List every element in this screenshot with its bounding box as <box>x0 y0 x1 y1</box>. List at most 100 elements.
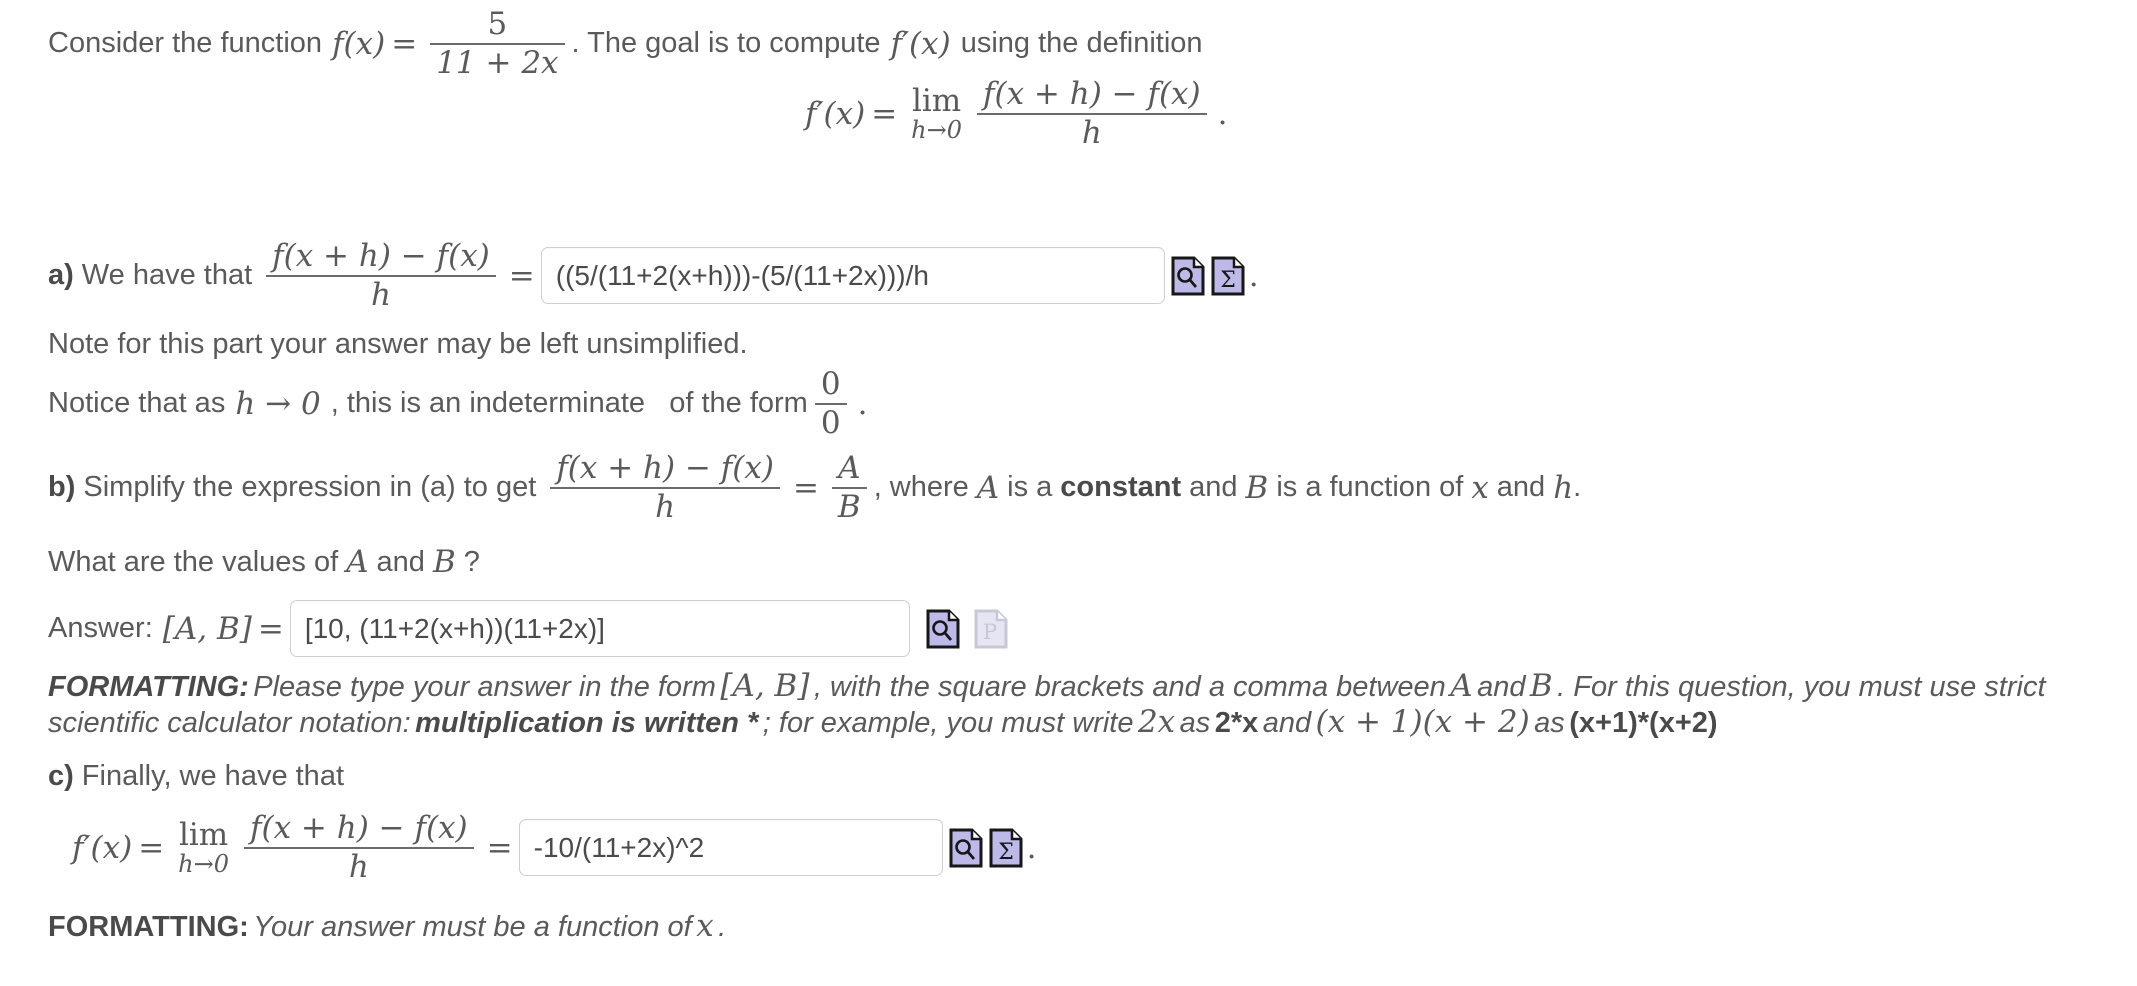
definition-limit-operator: lim h→0 <box>911 82 962 142</box>
part-b-formatting-bold-3: (x+1)*(x+2) <box>1569 707 1718 739</box>
intro-equals: = <box>391 25 418 62</box>
part-b-formatting-bold-2: 2*x <box>1214 707 1259 739</box>
part-b-question-text: What are the values of <box>48 545 339 578</box>
sigma-answer-icon[interactable]: Σ <box>989 828 1023 868</box>
part-b-where-end: . <box>1573 471 1582 504</box>
definition-limit-label: lim <box>911 82 962 119</box>
part-b-answer-input[interactable] <box>289 600 910 657</box>
part-b-math-A: A <box>976 469 1000 506</box>
intro-text-middle: . The goal is to compute <box>571 27 881 60</box>
part-b-answer-label: Answer: <box>48 612 153 644</box>
part-b-where-4: is a function of <box>1276 471 1464 504</box>
part-b-formatting-math-4: 2x <box>1137 704 1176 740</box>
preview-answer-icon[interactable] <box>926 609 960 649</box>
indeterminate-fraction: 0 0 <box>814 366 847 441</box>
part-c-formatting-end: . <box>718 911 727 943</box>
part-b-formatting-math-1: [A, B] <box>720 668 810 704</box>
preview-answer-icon[interactable] <box>1171 256 1205 296</box>
definition-equals: = <box>871 95 898 132</box>
part-a-denominator: h <box>370 276 391 313</box>
indeterminate-text-2: , this is an indeterminate of the form <box>330 387 808 420</box>
part-b-question-line: What are the values of A and B ? <box>48 544 480 580</box>
part-b-formatting-text-6: as <box>1179 707 1211 739</box>
part-b-bold-constant: constant <box>1060 471 1182 504</box>
part-b-formatting-paragraph: FORMATTING: Please type your answer in t… <box>48 668 2068 740</box>
sigma-answer-icon[interactable]: Σ <box>1211 256 1245 296</box>
part-c-answer-input[interactable] <box>518 819 943 877</box>
part-c-equals-2: = <box>486 829 513 866</box>
part-b-math-B: B <box>1245 469 1269 506</box>
indeterminate-math-h: h → 0 <box>235 385 321 422</box>
intro-fraction-denominator: 11 + 2x <box>436 44 559 81</box>
part-b-question-A: A <box>346 544 369 580</box>
part-b-formatting-bold-1: multiplication is written * <box>415 707 759 739</box>
part-b-text: Simplify the expression in (a) to get <box>83 471 537 504</box>
part-a-numerator: f(x + h) − f(x) <box>272 238 490 274</box>
part-a-icon-group: Σ <box>1165 256 1245 296</box>
part-c-intro-line: c) Finally, we have that <box>48 760 344 793</box>
part-a-text: We have that <box>81 259 253 292</box>
definition-difference-quotient: f(x + h) − f(x) h <box>977 78 1207 149</box>
part-c-text: Finally, we have that <box>81 760 345 792</box>
part-c-formatting-math: x <box>696 908 714 944</box>
definition-period: . <box>1217 95 1228 132</box>
definition-lhs: f′(x) <box>805 95 866 132</box>
part-c-denominator: h <box>348 848 369 885</box>
part-a-equals: = <box>508 257 535 294</box>
part-b-question-and: and <box>376 545 425 578</box>
definition-denominator: h <box>1081 114 1102 151</box>
part-b-ab-fraction: A B <box>831 450 867 523</box>
part-c-answer-row: f′(x) = lim h→0 f(x + h) − f(x) h = -10/… <box>72 812 1036 883</box>
intro-fraction: 5 11 + 2x <box>430 8 565 81</box>
part-b-denominator: h <box>655 488 676 525</box>
part-a-difference-quotient: f(x + h) − f(x) h <box>266 240 496 311</box>
part-b-icon-group: P <box>920 609 1008 649</box>
part-b-question-B: B <box>432 544 456 580</box>
part-b-row: b) Simplify the expression in (a) to get… <box>48 452 1581 523</box>
part-b-formatting-label: FORMATTING: <box>48 671 249 703</box>
intro-text-end: using the definition <box>960 27 1203 60</box>
part-b-formatting-text-5: ; for example, you must write <box>762 707 1134 739</box>
svg-text:P: P <box>983 620 997 644</box>
part-b-answer-equals: = <box>257 610 284 647</box>
part-b-where-3: and <box>1189 471 1238 504</box>
part-c-limit-operator: lim h→0 <box>178 816 230 878</box>
part-c-limit-subscript: h→0 <box>178 849 230 878</box>
part-b-math-h: h <box>1553 469 1574 506</box>
indeterminate-period: . <box>857 385 868 422</box>
part-b-formatting-text-7: and <box>1262 707 1312 739</box>
part-c-icon-group: Σ <box>943 828 1023 868</box>
part-a-note: Note for this part your answer may be le… <box>48 328 748 360</box>
limit-definition-display: f′(x) = lim h→0 f(x + h) − f(x) h . <box>805 78 1228 149</box>
intro-derivative-symbol: f′(x) <box>890 25 951 62</box>
part-c-difference-quotient: f(x + h) − f(x) h <box>244 812 474 883</box>
intro-text-before: Consider the function <box>48 27 323 60</box>
part-a-period: . <box>1248 257 1259 294</box>
definition-numerator: f(x + h) − f(x) <box>983 76 1201 112</box>
part-c-label: c) <box>48 760 74 792</box>
part-a-answer-input[interactable] <box>540 247 1165 305</box>
part-b-where-5: and <box>1496 471 1546 504</box>
part-b-comma: , <box>873 471 882 504</box>
part-c-numerator: f(x + h) − f(x) <box>250 810 468 846</box>
preview-answer-icon[interactable] <box>949 828 983 868</box>
part-b-ab-numerator: A <box>838 450 861 486</box>
part-c-limit-label: lim <box>178 816 229 853</box>
part-b-formatting-math-5: (x + 1)(x + 2) <box>1315 704 1530 740</box>
part-b-math-x: x <box>1471 469 1489 506</box>
part-b-where-1: where <box>889 471 969 504</box>
intro-line: Consider the function f(x) = 5 11 + 2x .… <box>48 8 1203 79</box>
part-c-equals-1: = <box>138 829 165 866</box>
exercise-page: Consider the function f(x) = 5 11 + 2x .… <box>0 0 2137 986</box>
indeterminate-numerator: 0 <box>820 366 841 402</box>
svg-text:Σ: Σ <box>998 840 1014 865</box>
part-c-formatting-paragraph: FORMATTING: Your answer must be a functi… <box>48 908 726 944</box>
part-a-row: a) We have that f(x + h) − f(x) h = ((5/… <box>48 240 1259 311</box>
part-b-formatting-text-1: Please type your answer in the form <box>253 671 716 703</box>
indeterminate-form-line: Notice that as h → 0 , this is an indete… <box>48 368 867 439</box>
part-b-answer-label-math: [A, B] <box>162 610 252 647</box>
indeterminate-denominator: 0 <box>820 404 841 441</box>
part-c-formatting-label: FORMATTING: <box>48 911 249 943</box>
svg-text:Σ: Σ <box>1220 268 1236 293</box>
plot-answer-icon: P <box>974 609 1008 649</box>
